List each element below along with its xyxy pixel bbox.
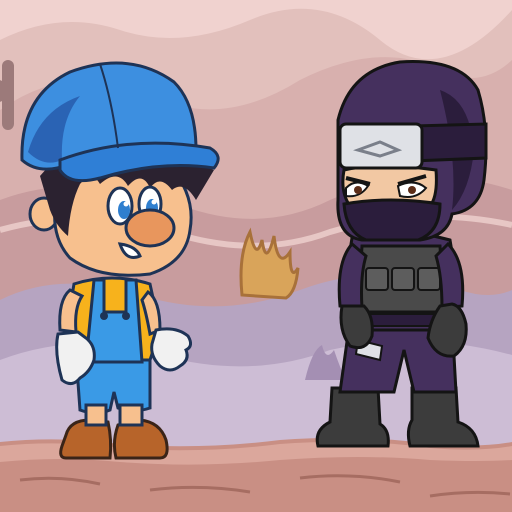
game-scene xyxy=(0,0,512,512)
hero-eye-shine-right xyxy=(151,199,157,205)
hero-leg-left xyxy=(84,403,108,427)
ninja-mask xyxy=(342,198,442,242)
hero-leg-right xyxy=(118,403,144,427)
hero-glove-right xyxy=(150,327,193,372)
ninja-pouch-3 xyxy=(417,267,441,291)
ninja-headband-plate xyxy=(338,122,424,170)
ninja-pouch-1 xyxy=(365,267,389,291)
hero-button-left xyxy=(100,312,108,320)
hero-eye-shine-left xyxy=(123,201,129,207)
ninja-pouch-2 xyxy=(391,267,415,291)
ninja-fist-left xyxy=(339,304,374,350)
ninja-pupil-left xyxy=(354,186,362,194)
cactus-icon xyxy=(0,60,14,130)
ninja-pupil-right xyxy=(408,186,416,194)
hero-nose xyxy=(124,208,176,248)
hero-button-right xyxy=(122,312,130,320)
